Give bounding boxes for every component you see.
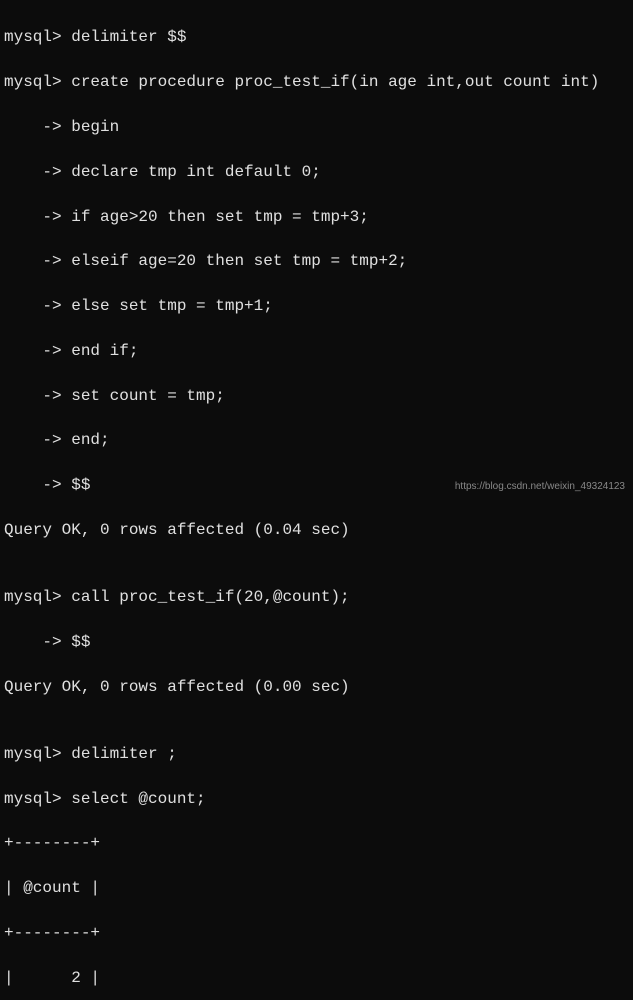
terminal-line: mysql> create procedure proc_test_if(in … (4, 71, 629, 93)
terminal-line: | @count | (4, 877, 629, 899)
terminal-line: +--------+ (4, 922, 629, 944)
terminal-line: +--------+ (4, 832, 629, 854)
terminal-line: | 2 | (4, 967, 629, 989)
terminal-line: Query OK, 0 rows affected (0.04 sec) (4, 519, 629, 541)
terminal-line: mysql> call proc_test_if(20,@count); (4, 586, 629, 608)
terminal-line: mysql> delimiter ; (4, 743, 629, 765)
terminal-line: -> end; (4, 429, 629, 451)
terminal-line: Query OK, 0 rows affected (0.00 sec) (4, 676, 629, 698)
watermark-text: https://blog.csdn.net/weixin_49324123 (455, 480, 625, 494)
terminal-output: mysql> delimiter $$ mysql> create proced… (4, 4, 629, 1000)
terminal-line: -> elseif age=20 then set tmp = tmp+2; (4, 250, 629, 272)
terminal-line: -> set count = tmp; (4, 385, 629, 407)
terminal-line: -> $$ (4, 631, 629, 653)
terminal-line: mysql> delimiter $$ (4, 26, 629, 48)
terminal-line: -> declare tmp int default 0; (4, 161, 629, 183)
terminal-line: -> else set tmp = tmp+1; (4, 295, 629, 317)
terminal-line: -> if age>20 then set tmp = tmp+3; (4, 206, 629, 228)
terminal-line: -> begin (4, 116, 629, 138)
terminal-line: mysql> select @count; (4, 788, 629, 810)
terminal-line: -> end if; (4, 340, 629, 362)
